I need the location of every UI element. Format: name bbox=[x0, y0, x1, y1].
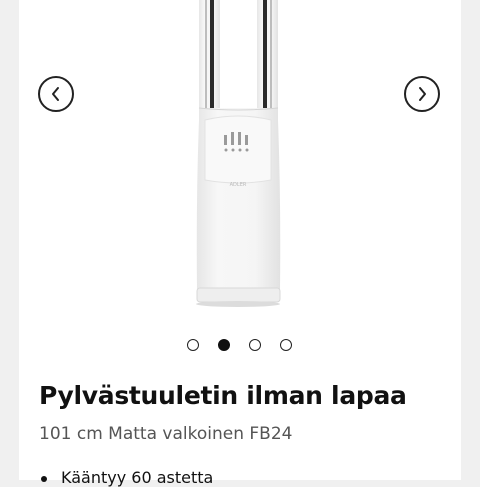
feature-item: Kääntyy 60 astetta bbox=[39, 468, 213, 487]
product-title: Pylvästuuletin ilman lapaa bbox=[39, 381, 407, 410]
product-card: ADLER Pylvästuuletin ilman lapaa 101 cm … bbox=[19, 0, 461, 487]
feature-text: Kääntyy 60 astetta bbox=[61, 468, 214, 487]
feature-list: Kääntyy 60 astetta bbox=[39, 468, 213, 487]
gallery-dot-1[interactable] bbox=[187, 339, 199, 351]
device-brand-text: ADLER bbox=[230, 182, 247, 188]
gallery-dot-4[interactable] bbox=[280, 339, 292, 351]
gallery-prev-button[interactable] bbox=[38, 76, 74, 112]
product-gallery: ADLER bbox=[19, 0, 461, 320]
bullet-icon bbox=[41, 476, 47, 482]
gallery-next-button[interactable] bbox=[404, 76, 440, 112]
chevron-right-icon bbox=[419, 87, 426, 101]
chevron-left-icon bbox=[52, 87, 59, 101]
product-image: ADLER bbox=[196, 0, 281, 307]
product-subtitle: 101 cm Matta valkoinen FB24 bbox=[39, 424, 293, 444]
gallery-dot-3[interactable] bbox=[249, 339, 261, 351]
gallery-dot-2[interactable] bbox=[218, 339, 230, 351]
gallery-pagination bbox=[19, 339, 461, 353]
